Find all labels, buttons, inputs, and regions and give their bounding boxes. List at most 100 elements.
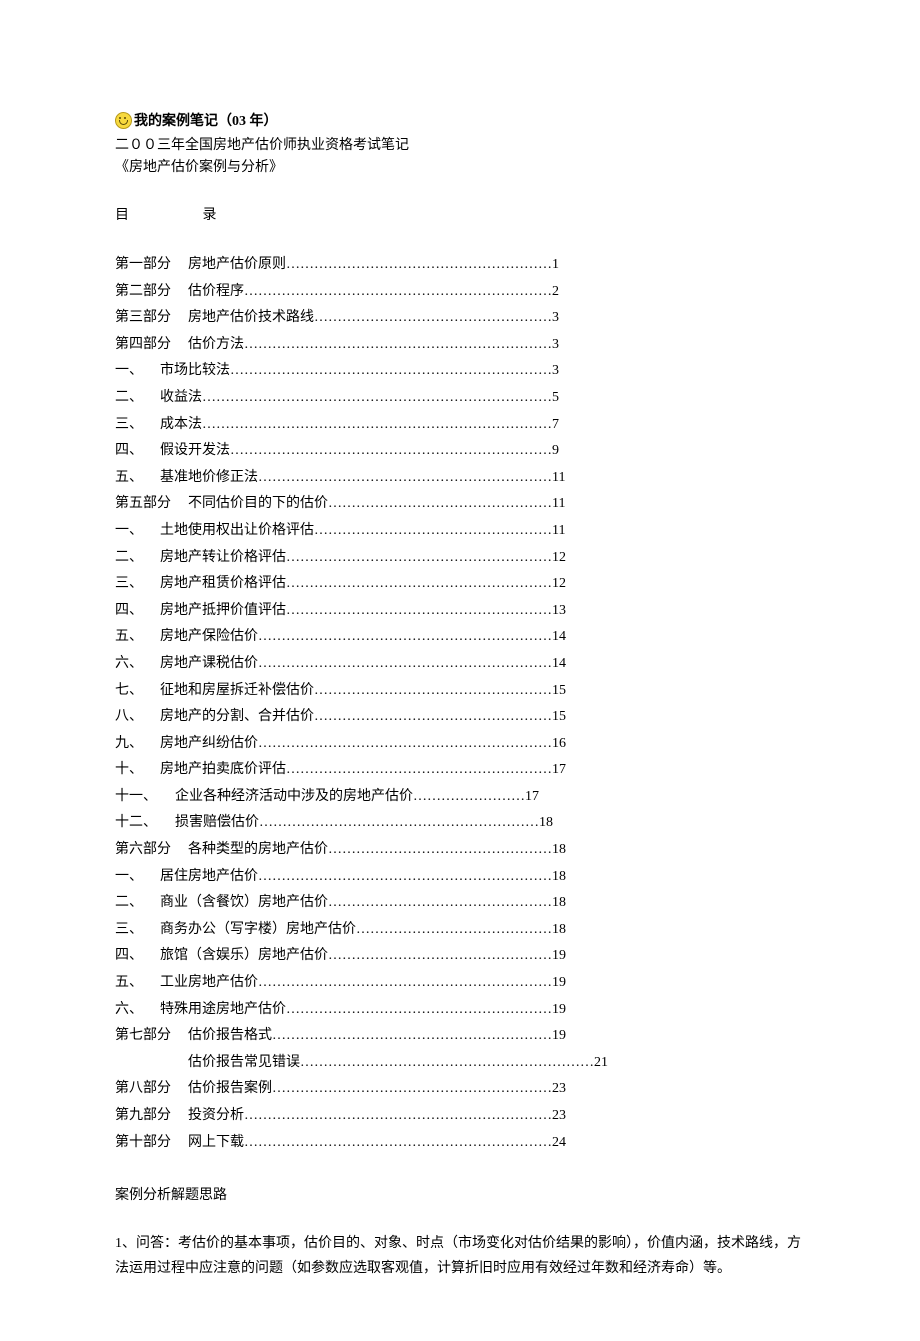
subtitle-line-1: 二００三年全国房地产估价师执业资格考试笔记 bbox=[115, 134, 805, 154]
toc-dots: ……………………………………………………… bbox=[258, 970, 552, 997]
toc-text: 房地产抵押价值评估 bbox=[160, 598, 286, 625]
toc-page: 14 bbox=[552, 624, 566, 651]
toc-row: 五、工业房地产估价………………………………………………………19 bbox=[115, 970, 805, 997]
toc-dots: …………………………………………… bbox=[314, 704, 552, 731]
toc-page: 18 bbox=[552, 890, 566, 917]
toc-page: 19 bbox=[552, 1023, 566, 1050]
toc-page: 2 bbox=[552, 279, 559, 306]
toc-dots: ………………………………………………… bbox=[286, 757, 552, 784]
toc-page: 3 bbox=[552, 358, 559, 385]
toc-row: 第九部分投资分析…………………………………………………………23 bbox=[115, 1103, 805, 1130]
toc-row: 六、特殊用途房地产估价…………………………………………………19 bbox=[115, 997, 805, 1024]
toc-row: 第五部分不同估价目的下的估价…………………………………………11 bbox=[115, 491, 805, 518]
toc-dots: ………………………………………………… bbox=[286, 997, 552, 1024]
toc-dots: ………………………………………………………………… bbox=[202, 385, 552, 412]
toc-label bbox=[115, 1050, 188, 1077]
toc-dots: ………………………………………… bbox=[328, 837, 552, 864]
toc-row: 六、房地产课税估价………………………………………………………14 bbox=[115, 651, 805, 678]
toc-row: 估价报告常见错误………………………………………………………21 bbox=[115, 1050, 805, 1077]
toc-dots: …………………………………………………… bbox=[259, 810, 539, 837]
toc-page: 19 bbox=[552, 997, 566, 1024]
toc-page: 11 bbox=[552, 518, 565, 545]
toc-text: 各种类型的房地产估价 bbox=[188, 837, 328, 864]
toc-dots: ………………………………………………………………… bbox=[202, 412, 552, 439]
toc-row: 第三部分房地产估价技术路线……………………………………………3 bbox=[115, 305, 805, 332]
toc-row: 三、商务办公（写字楼）房地产估价……………………………………18 bbox=[115, 917, 805, 944]
toc-label: 六、 bbox=[115, 997, 160, 1024]
toc-row: 九、房地产纠纷估价………………………………………………………16 bbox=[115, 731, 805, 758]
toc-page: 9 bbox=[552, 438, 559, 465]
toc-dots: ………………………………………………… bbox=[286, 598, 552, 625]
toc-page: 15 bbox=[552, 678, 566, 705]
toc-text: 土地使用权出让价格评估 bbox=[160, 518, 314, 545]
toc-dots: ………………………………………… bbox=[328, 890, 552, 917]
section-heading: 案例分析解题思路 bbox=[115, 1184, 805, 1204]
toc-dots: ……………………………………………………… bbox=[258, 731, 552, 758]
toc-dots: …………………… bbox=[413, 784, 525, 811]
toc-row: 三、成本法…………………………………………………………………7 bbox=[115, 412, 805, 439]
toc-page: 12 bbox=[552, 571, 566, 598]
table-of-contents: 第一部分房地产估价原则…………………………………………………1第二部分估价程序…… bbox=[115, 252, 805, 1156]
toc-label: 四、 bbox=[115, 943, 160, 970]
toc-text: 商务办公（写字楼）房地产估价 bbox=[160, 917, 356, 944]
toc-row: 一、市场比较法……………………………………………………………3 bbox=[115, 358, 805, 385]
toc-page: 18 bbox=[539, 810, 553, 837]
toc-label: 五、 bbox=[115, 970, 160, 997]
toc-text: 假设开发法 bbox=[160, 438, 230, 465]
toc-row: 四、旅馆（含娱乐）房地产估价…………………………………………19 bbox=[115, 943, 805, 970]
toc-row: 三、房地产租赁价格评估…………………………………………………12 bbox=[115, 571, 805, 598]
toc-dots: ……………………………………………………… bbox=[258, 465, 552, 492]
toc-label: 第五部分 bbox=[115, 491, 188, 518]
toc-label: 十、 bbox=[115, 757, 160, 784]
toc-label: 一、 bbox=[115, 358, 160, 385]
toc-label: 第九部分 bbox=[115, 1103, 188, 1130]
toc-label: 二、 bbox=[115, 890, 160, 917]
toc-label: 九、 bbox=[115, 731, 160, 758]
toc-page: 13 bbox=[552, 598, 566, 625]
toc-label: 五、 bbox=[115, 624, 160, 651]
toc-dots: …………………………………………………………… bbox=[230, 438, 552, 465]
toc-text: 收益法 bbox=[160, 385, 202, 412]
toc-text: 估价程序 bbox=[188, 279, 244, 306]
toc-page: 24 bbox=[552, 1130, 566, 1157]
toc-dots: …………………………………………… bbox=[314, 305, 552, 332]
toc-text: 房地产课税估价 bbox=[160, 651, 258, 678]
toc-label: 四、 bbox=[115, 438, 160, 465]
toc-label: 第一部分 bbox=[115, 252, 188, 279]
toc-page: 19 bbox=[552, 943, 566, 970]
toc-dots: ………………………………………………… bbox=[286, 545, 552, 572]
toc-page: 21 bbox=[594, 1050, 608, 1077]
toc-dots: ………………………………………………… bbox=[286, 252, 552, 279]
toc-label: 八、 bbox=[115, 704, 160, 731]
toc-dots: ………………………………………………………… bbox=[244, 332, 552, 359]
toc-page: 12 bbox=[552, 545, 566, 572]
toc-heading-lu: 录 bbox=[203, 204, 217, 224]
toc-text: 房地产估价技术路线 bbox=[188, 305, 314, 332]
toc-page: 11 bbox=[552, 491, 565, 518]
toc-label: 十一、 bbox=[115, 784, 175, 811]
toc-label: 第四部分 bbox=[115, 332, 188, 359]
toc-label: 五、 bbox=[115, 465, 160, 492]
toc-dots: …………………………………………………… bbox=[272, 1076, 552, 1103]
toc-text: 商业（含餐饮）房地产估价 bbox=[160, 890, 328, 917]
toc-label: 三、 bbox=[115, 571, 160, 598]
toc-row: 第六部分各种类型的房地产估价…………………………………………18 bbox=[115, 837, 805, 864]
toc-text: 旅馆（含娱乐）房地产估价 bbox=[160, 943, 328, 970]
toc-label: 六、 bbox=[115, 651, 160, 678]
toc-dots: ………………………………………… bbox=[328, 943, 552, 970]
toc-page: 23 bbox=[552, 1076, 566, 1103]
toc-heading: 目 录 bbox=[115, 204, 805, 224]
toc-row: 第八部分估价报告案例……………………………………………………23 bbox=[115, 1076, 805, 1103]
toc-page: 19 bbox=[552, 970, 566, 997]
toc-text: 房地产拍卖底价评估 bbox=[160, 757, 286, 784]
toc-row: 一、居住房地产估价………………………………………………………18 bbox=[115, 864, 805, 891]
toc-label: 一、 bbox=[115, 864, 160, 891]
toc-text: 房地产保险估价 bbox=[160, 624, 258, 651]
toc-text: 企业各种经济活动中涉及的房地产估价 bbox=[175, 784, 413, 811]
toc-dots: ………………………………………… bbox=[328, 491, 552, 518]
toc-text: 估价报告格式 bbox=[188, 1023, 272, 1050]
toc-label: 第二部分 bbox=[115, 279, 188, 306]
toc-page: 17 bbox=[552, 757, 566, 784]
toc-row: 第十部分网上下载…………………………………………………………24 bbox=[115, 1130, 805, 1157]
toc-text: 估价报告常见错误 bbox=[188, 1050, 300, 1077]
